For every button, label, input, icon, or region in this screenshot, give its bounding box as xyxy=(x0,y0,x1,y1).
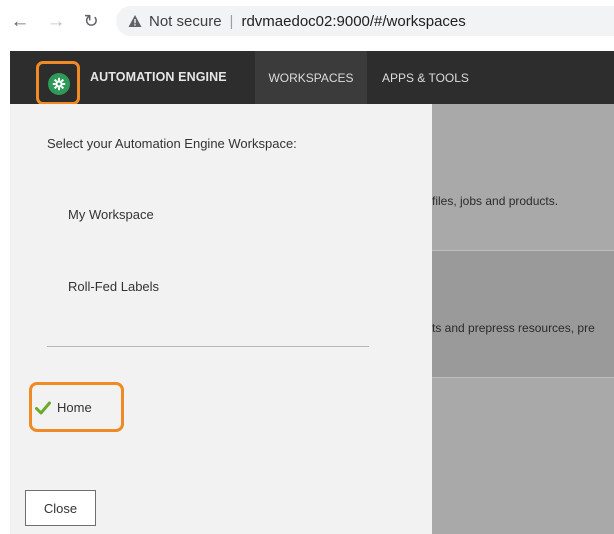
close-button[interactable]: Close xyxy=(25,490,96,526)
app-header: AUTOMATION ENGINE WORKSPACES APPS & TOOL… xyxy=(10,51,614,105)
gear-icon xyxy=(48,73,70,95)
app-menu-button[interactable] xyxy=(36,61,80,105)
section-divider xyxy=(432,377,614,378)
reload-icon[interactable]: ↻ xyxy=(80,10,102,32)
address-separator: | xyxy=(229,12,234,30)
workspace-item-roll-fed-labels[interactable]: Roll-Fed Labels xyxy=(68,279,159,294)
screen: ← → ↻ Not secure | rdvmaedoc02:9000/#/wo… xyxy=(0,0,614,534)
not-secure-label: Not secure xyxy=(149,12,222,30)
workspace-selector-title: Select your Automation Engine Workspace: xyxy=(47,136,297,151)
back-arrow-icon[interactable]: ← xyxy=(9,10,31,32)
tab-apps-tools[interactable]: APPS & TOOLS xyxy=(371,51,483,104)
workspace-item-home-label: Home xyxy=(57,400,92,415)
workspace-item-home[interactable]: Home xyxy=(35,400,92,415)
checkmark-icon xyxy=(35,401,51,414)
background-section: ts and prepress resources, pre xyxy=(432,250,614,377)
background-section xyxy=(432,377,614,534)
browser-toolbar: ← → ↻ Not secure | rdvmaedoc02:9000/#/wo… xyxy=(0,0,614,44)
address-bar[interactable]: Not secure | rdvmaedoc02:9000/#/workspac… xyxy=(116,6,614,36)
background-section: files, jobs and products. xyxy=(432,104,614,250)
tab-workspaces[interactable]: WORKSPACES xyxy=(255,51,367,104)
brand-title: AUTOMATION ENGINE xyxy=(90,70,227,84)
background-section-text: ts and prepress resources, pre xyxy=(432,321,595,335)
workspace-selector-panel: Select your Automation Engine Workspace:… xyxy=(10,104,432,534)
forward-arrow-icon[interactable]: → xyxy=(45,10,67,32)
url-text[interactable]: rdvmaedoc02:9000/#/workspaces xyxy=(241,13,465,30)
workspace-divider xyxy=(47,346,369,347)
warning-triangle-icon xyxy=(128,15,142,27)
section-divider xyxy=(432,250,614,251)
background-page: files, jobs and products. ts and prepres… xyxy=(432,104,614,534)
workspace-item-my-workspace[interactable]: My Workspace xyxy=(68,207,154,222)
background-section-text: files, jobs and products. xyxy=(432,194,559,208)
